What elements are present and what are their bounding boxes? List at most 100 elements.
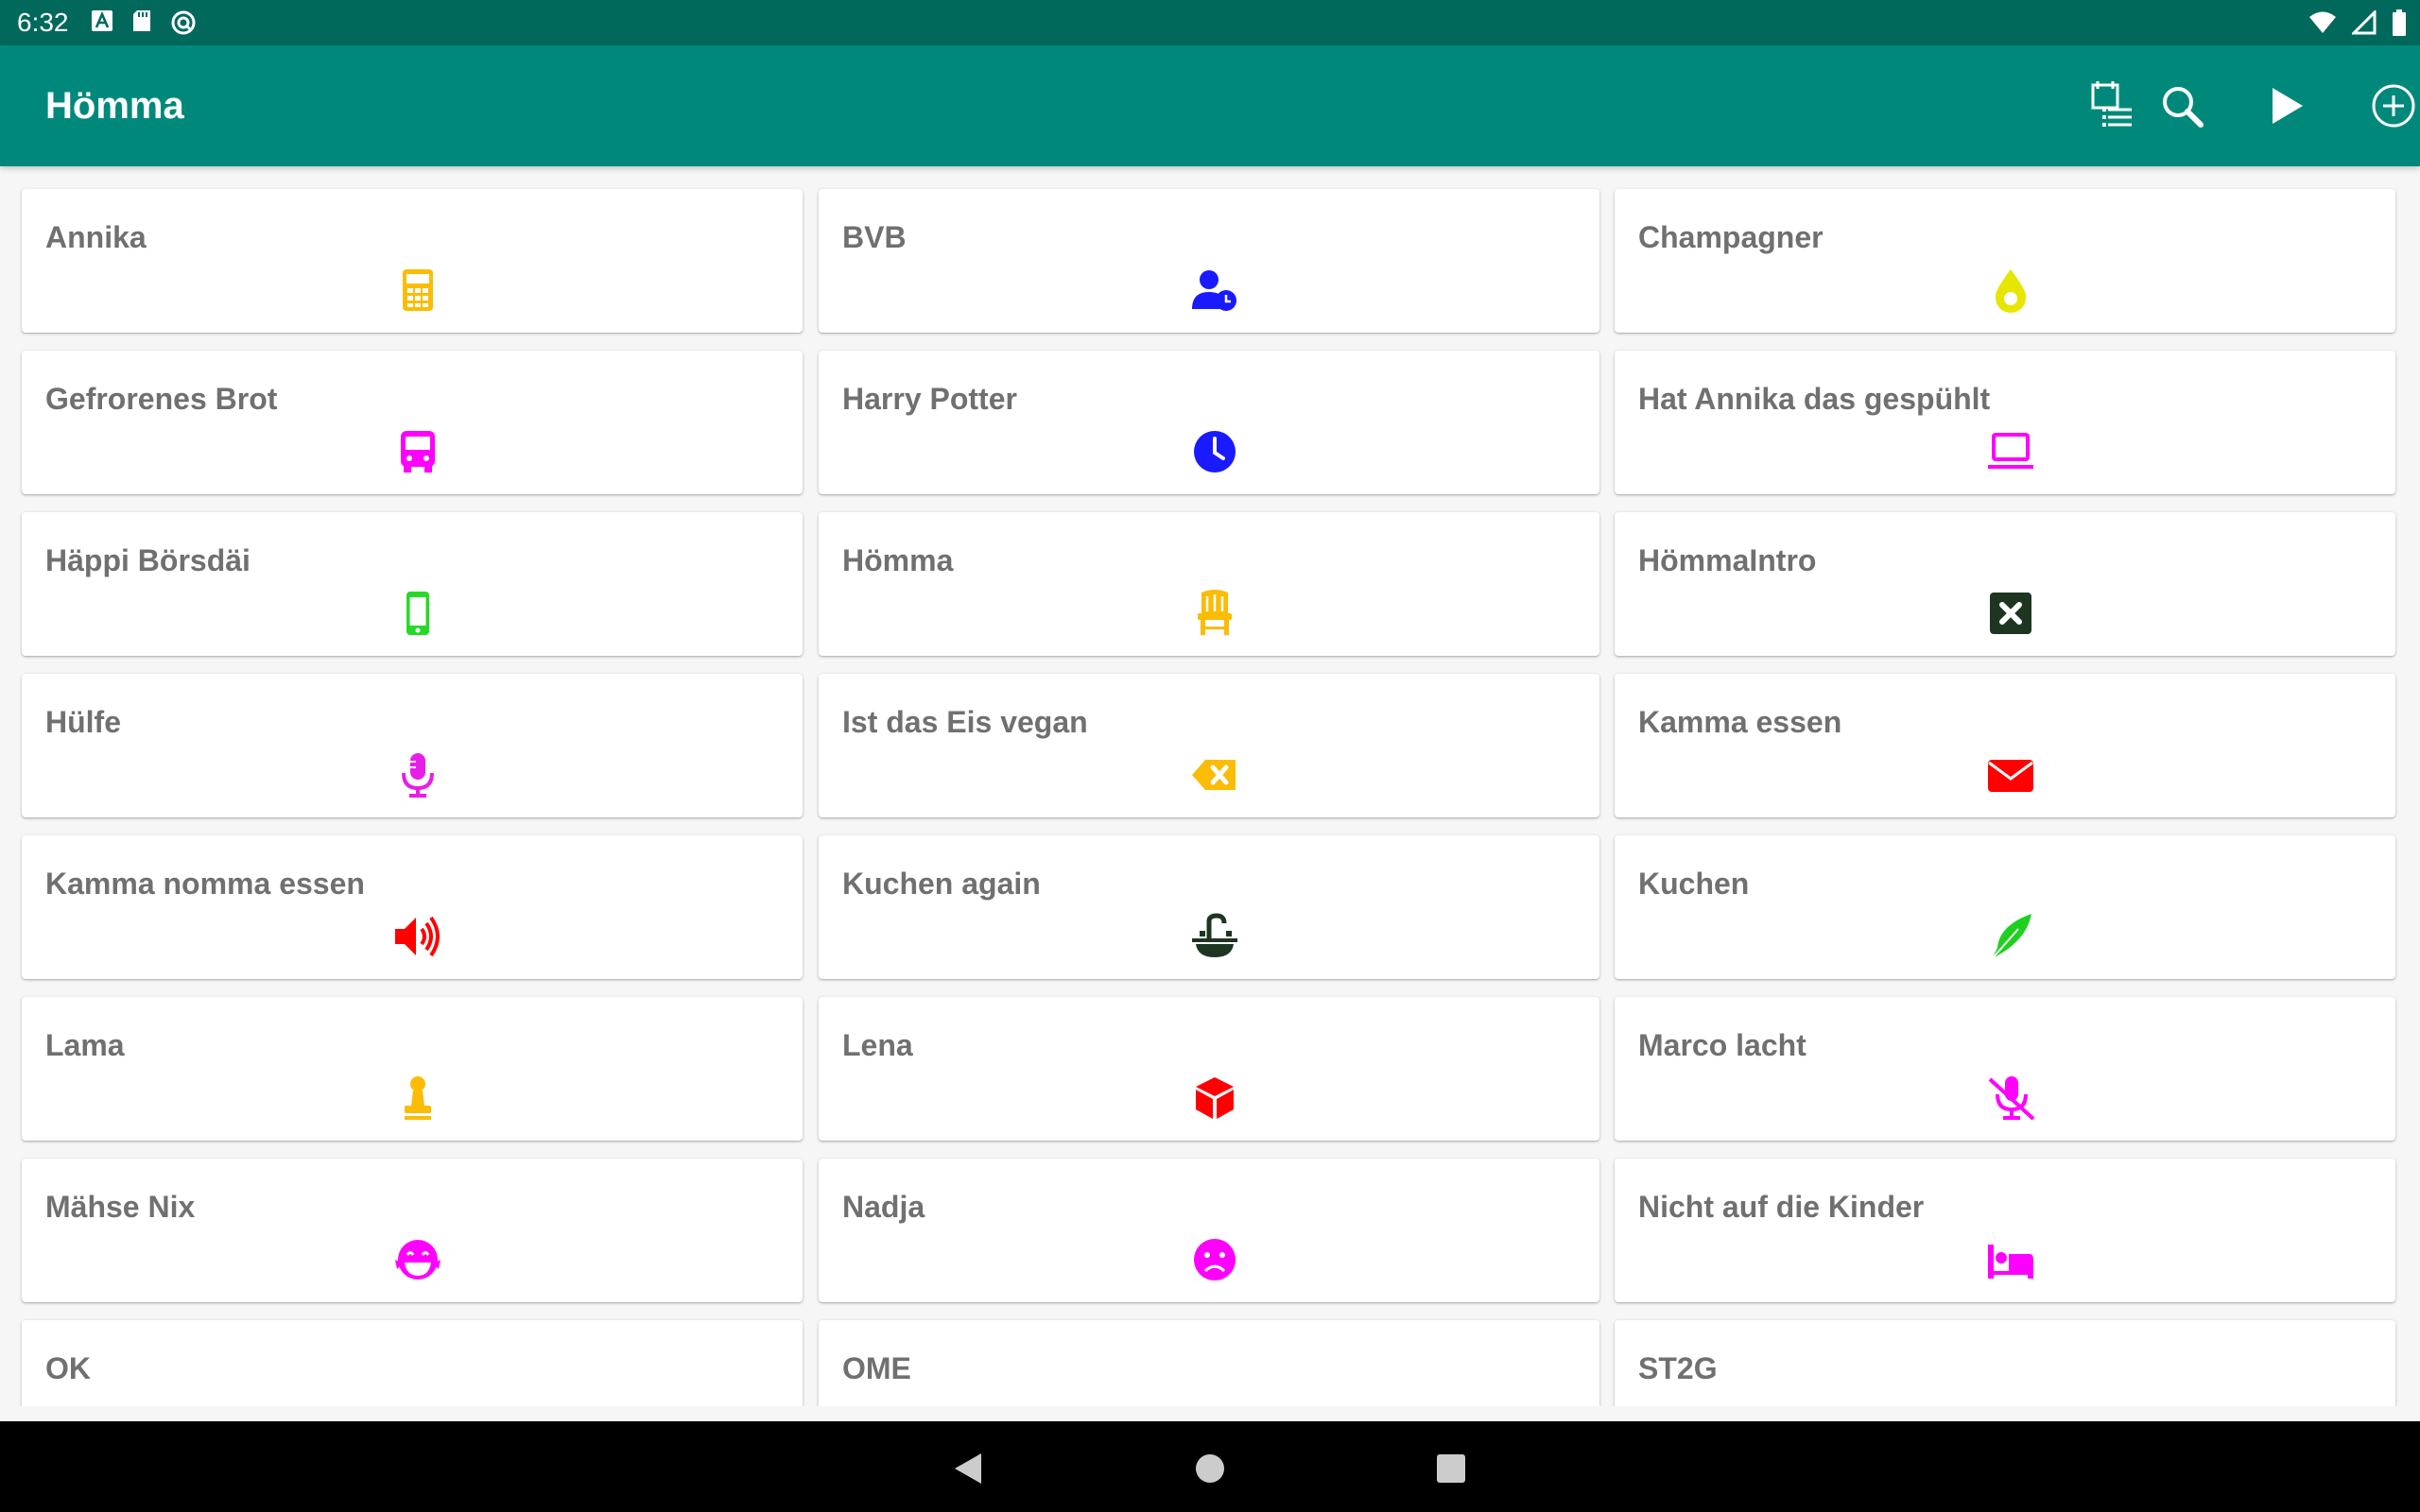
partial-icon (1986, 1397, 2035, 1406)
card-title: Hömma (842, 543, 954, 577)
sd-card-icon (130, 9, 153, 41)
card-title: Kamma nomma essen (45, 867, 365, 901)
card-title: Kuchen (1638, 867, 1750, 901)
card-title: Marco lacht (1638, 1028, 1806, 1062)
sound-card[interactable]: HömmaIntro (1615, 512, 2395, 656)
mobile-icon (393, 589, 442, 638)
card-title: Häppi Börsdäi (45, 543, 251, 577)
search-icon (2163, 87, 2204, 128)
sound-card[interactable]: Annika (22, 189, 803, 333)
mic-off-icon (1986, 1074, 2035, 1123)
sound-card[interactable]: OK (22, 1320, 803, 1406)
sound-card[interactable]: Lama (22, 997, 803, 1141)
card-title: Hat Annika das gespühlt (1638, 382, 1991, 416)
calculator-icon (393, 266, 442, 315)
add-button[interactable] (2358, 70, 2420, 142)
card-title: OK (45, 1351, 91, 1385)
sound-card[interactable]: Nadja (819, 1159, 1599, 1302)
card-title: Lena (842, 1028, 913, 1062)
sound-card[interactable]: OME (819, 1320, 1599, 1406)
sound-card[interactable]: Häppi Börsdäi (22, 512, 803, 656)
play-button[interactable] (2252, 70, 2324, 142)
card-title: BVB (842, 220, 907, 254)
recents-button[interactable] (1426, 1444, 1476, 1493)
card-title: Nadja (842, 1190, 925, 1224)
sound-card[interactable]: Hülfe (22, 674, 803, 817)
backspace-icon (1190, 750, 1239, 799)
sound-card[interactable]: Kuchen (1615, 835, 2395, 979)
sound-card[interactable]: Hömma (819, 512, 1599, 656)
status-bar: 6:32 (0, 0, 2420, 45)
drop-icon (1986, 266, 2035, 315)
sound-card[interactable]: Kamma nomma essen (22, 835, 803, 979)
sad-emoji-icon (1190, 1235, 1239, 1284)
app-bar: Hömma (0, 45, 2420, 166)
card-title: Annika (45, 220, 147, 254)
app-title: Hömma (45, 85, 184, 127)
card-title: Gefrorenes Brot (45, 382, 278, 416)
signal-icon (2350, 9, 2377, 40)
bed-icon (1986, 1235, 2035, 1284)
home-icon (1196, 1454, 1224, 1483)
schedule-list-button[interactable] (2076, 70, 2148, 142)
bus-icon (393, 427, 442, 476)
schedule-list-icon (2091, 81, 2132, 127)
sound-card[interactable]: Harry Potter (819, 351, 1599, 494)
laptop-icon (1986, 427, 2035, 476)
sound-card[interactable]: Hat Annika das gespühlt (1615, 351, 2395, 494)
sound-grid: Annika BVB Champagner Gefrorenes Brot Harry … (0, 166, 2420, 1406)
card-title: ST2G (1638, 1351, 1718, 1385)
add-circle-icon (2372, 84, 2415, 128)
back-button[interactable] (942, 1444, 992, 1493)
back-icon (955, 1453, 981, 1484)
card-title: Mähse Nix (45, 1190, 196, 1224)
volume-up-icon (393, 912, 442, 961)
wifi-icon (2308, 10, 2337, 40)
partial-icon (393, 1397, 442, 1406)
sound-card[interactable]: Marco lacht (1615, 997, 2395, 1141)
sound-card[interactable]: Kuchen again (819, 835, 1599, 979)
sound-card[interactable]: Kamma essen (1615, 674, 2395, 817)
card-title: Hülfe (45, 705, 121, 739)
text-icon (91, 9, 113, 41)
recents-icon (1437, 1454, 1465, 1483)
clock-icon (1190, 427, 1239, 476)
sound-card[interactable]: BVB (819, 189, 1599, 333)
card-title: Nicht auf die Kinder (1638, 1190, 1925, 1224)
card-title: Harry Potter (842, 382, 1017, 416)
sound-card[interactable]: Mähse Nix (22, 1159, 803, 1302)
card-title: Kamma essen (1638, 705, 1842, 739)
card-title: Kuchen again (842, 867, 1041, 901)
card-title: Ist das Eis vegan (842, 705, 1088, 739)
sound-card[interactable]: ST2G (1615, 1320, 2395, 1406)
sound-card[interactable]: Champagner (1615, 189, 2395, 333)
play-icon (2273, 88, 2303, 124)
status-time: 6:32 (17, 8, 69, 37)
sync-icon (170, 9, 197, 41)
user-clock-icon (1190, 266, 1239, 315)
sound-card[interactable]: Nicht auf die Kinder (1615, 1159, 2395, 1302)
card-title: Lama (45, 1028, 125, 1062)
home-button[interactable] (1185, 1444, 1235, 1493)
chair-icon (1190, 589, 1239, 638)
card-title: Champagner (1638, 220, 1824, 254)
status-right-icons (2308, 9, 2407, 41)
card-title: OME (842, 1351, 911, 1385)
sound-card[interactable]: Gefrorenes Brot (22, 351, 803, 494)
sound-card[interactable]: Lena (819, 997, 1599, 1141)
microphone-icon (393, 750, 442, 799)
sound-card[interactable]: Ist das Eis vegan (819, 674, 1599, 817)
stamp-icon (393, 1074, 442, 1123)
status-left-icons (91, 9, 197, 41)
cube-icon (1190, 1074, 1239, 1123)
close-box-icon (1986, 589, 2035, 638)
laugh-emoji-icon (393, 1235, 442, 1284)
navigation-bar (0, 1421, 2420, 1512)
sink-icon (1190, 912, 1239, 961)
partial-icon (1190, 1397, 1239, 1406)
card-title: HömmaIntro (1638, 543, 1817, 577)
search-button[interactable] (2146, 70, 2218, 142)
feather-icon (1986, 912, 2035, 961)
envelope-icon (1986, 750, 2035, 799)
battery-icon (2392, 9, 2407, 41)
